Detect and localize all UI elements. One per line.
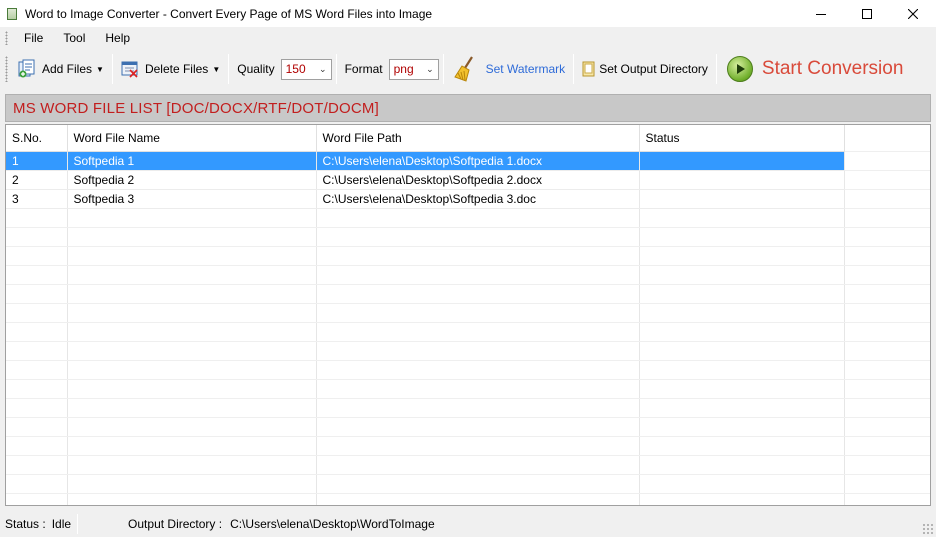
format-label: Format — [344, 62, 383, 76]
format-select[interactable]: png ⌄ — [388, 58, 439, 80]
output-directory-value: C:\Users\elena\Desktop\WordToImage — [230, 517, 435, 531]
status-value: Idle — [51, 517, 72, 531]
column-header-status[interactable]: Status — [639, 125, 845, 152]
cell-sno: 3 — [6, 189, 68, 209]
set-output-directory-label: Set Output Directory — [599, 62, 708, 76]
file-list-title: MS WORD FILE LIST [DOC/DOCX/RTF/DOT/DOCM… — [13, 99, 379, 117]
chevron-down-icon: ▼ — [96, 64, 104, 74]
window-title: Word to Image Converter - Convert Every … — [25, 6, 433, 21]
file-table: S.No. Word File Name Word File Path Stat… — [6, 125, 845, 209]
start-conversion-label: Start Conversion — [761, 58, 904, 79]
status-separator — [77, 514, 79, 534]
cell-status — [639, 170, 845, 190]
column-header-file-name[interactable]: Word File Name — [67, 125, 317, 152]
close-button[interactable] — [890, 0, 936, 27]
table-row[interactable]: 2 Softpedia 2 C:\Users\elena\Desktop\Softp… — [6, 170, 845, 190]
minimize-icon — [816, 13, 826, 15]
chevron-down-icon: ▼ — [212, 64, 221, 74]
cell-status — [639, 151, 845, 171]
set-watermark-label: Set Watermark — [485, 62, 566, 76]
cell-sno: 1 — [6, 151, 68, 171]
folder-icon — [582, 61, 595, 77]
output-directory-label: Output Directory : — [128, 517, 223, 531]
add-files-button[interactable]: Add Files ▼ — [14, 54, 108, 84]
toolbar-separator — [442, 54, 444, 84]
play-icon — [726, 56, 753, 82]
title-bar: Word to Image Converter - Convert Every … — [0, 0, 936, 27]
maximize-button[interactable] — [844, 0, 890, 27]
set-output-directory-button[interactable]: Set Output Directory — [578, 54, 712, 84]
format-value: png — [393, 62, 414, 76]
menu-tool[interactable]: Tool — [53, 27, 95, 49]
minimize-button[interactable] — [798, 0, 844, 27]
column-header-sno[interactable]: S.No. — [6, 125, 68, 152]
add-files-icon — [18, 59, 35, 78]
chevron-down-icon: ⌄ — [426, 63, 434, 74]
table-header-row: S.No. Word File Name Word File Path Stat… — [6, 125, 845, 152]
status-bar: Status : Idle Output Directory : C:\User… — [0, 511, 936, 537]
add-files-label: Add Files — [42, 62, 93, 76]
toolbar-separator — [573, 54, 575, 84]
quality-label: Quality — [237, 62, 275, 76]
broom-icon — [453, 56, 473, 82]
toolbar-grip — [5, 56, 8, 82]
chevron-down-icon: ⌄ — [319, 63, 327, 74]
column-header-file-path[interactable]: Word File Path — [316, 125, 640, 152]
cell-file-name: Softpedia 1 — [67, 151, 317, 171]
set-watermark-button[interactable]: Set Watermark — [448, 54, 570, 84]
toolbar-separator — [228, 54, 230, 84]
table-row[interactable]: 3 Softpedia 3 C:\Users\elena\Desktop\Softp… — [6, 189, 845, 209]
app-icon — [7, 7, 17, 20]
cell-file-name: Softpedia 3 — [67, 189, 317, 209]
menu-bar: File Tool Help — [0, 27, 936, 49]
table-row[interactable]: 1 Softpedia 1 C:\Users\elena\Desktop\Softp… — [6, 151, 845, 171]
cell-file-path: C:\Users\elena\Desktop\Softpedia 2.docx — [316, 170, 640, 190]
file-list-header: MS WORD FILE LIST [DOC/DOCX/RTF/DOT/DOCM… — [5, 94, 931, 122]
cell-file-name: Softpedia 2 — [67, 170, 317, 190]
window-controls — [798, 0, 936, 27]
menu-grip — [5, 31, 8, 45]
toolbar-separator — [335, 54, 337, 84]
toolbar-separator — [715, 54, 717, 84]
toolbar: Add Files ▼ Delete Files ▼ Quality 150 ⌄… — [0, 49, 936, 89]
maximize-icon — [862, 8, 872, 19]
toolbar-separator — [111, 54, 113, 84]
cell-sno: 2 — [6, 170, 68, 190]
start-conversion-button[interactable]: Start Conversion — [726, 56, 904, 82]
delete-files-label: Delete Files — [144, 62, 209, 76]
file-list-grid[interactable]: S.No. Word File Name Word File Path Stat… — [5, 124, 931, 506]
menu-help[interactable]: Help — [95, 27, 140, 49]
quality-value: 150 — [285, 62, 306, 76]
delete-files-button[interactable]: Delete Files ▼ — [117, 54, 224, 84]
status-label: Status : — [5, 517, 46, 531]
quality-select[interactable]: 150 ⌄ — [280, 58, 332, 80]
close-icon — [908, 8, 918, 19]
resize-grip[interactable] — [922, 523, 934, 535]
menu-file[interactable]: File — [14, 27, 53, 49]
cell-status — [639, 189, 845, 209]
cell-file-path: C:\Users\elena\Desktop\Softpedia 1.docx — [316, 151, 640, 171]
delete-files-icon — [121, 61, 138, 78]
cell-file-path: C:\Users\elena\Desktop\Softpedia 3.doc — [316, 189, 640, 209]
